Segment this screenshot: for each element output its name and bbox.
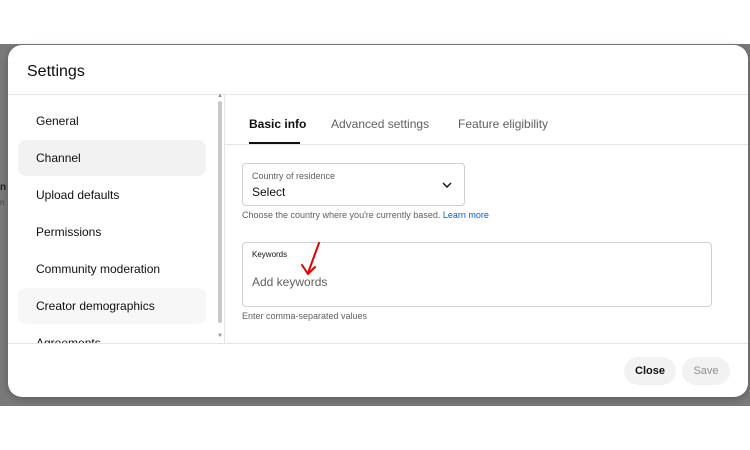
country-select-label: Country of residence	[252, 171, 336, 181]
sidebar-item-general[interactable]: General	[18, 103, 206, 139]
red-arrow-icon	[301, 242, 320, 275]
background-peek-subtext: n	[0, 198, 5, 207]
keywords-label: Keywords	[252, 250, 288, 259]
sidebar-item-creator-demographics[interactable]: Creator demographics	[18, 288, 206, 324]
sidebar-item-upload-defaults[interactable]: Upload defaults	[18, 177, 206, 213]
sidebar-item-agreements[interactable]: Agreements	[18, 325, 206, 343]
background-peek-text: n	[0, 182, 7, 193]
sidebar-item-channel[interactable]: Channel	[18, 140, 206, 176]
active-tab-indicator	[249, 142, 300, 144]
chevron-down-icon	[442, 182, 452, 188]
scroll-thumb[interactable]	[218, 101, 222, 323]
close-button[interactable]: Close	[624, 357, 676, 385]
settings-sidebar: General Channel Upload defaults Permissi…	[18, 101, 208, 343]
settings-dialog: Settings General Channel Upload defaults…	[8, 45, 748, 397]
country-select[interactable]: Country of residence Select	[242, 163, 465, 206]
keywords-help-text: Enter comma-separated values	[242, 311, 368, 321]
country-help-message: Choose the country where you're currentl…	[242, 210, 441, 220]
tab-feature-eligibility[interactable]: Feature eligibility	[458, 117, 548, 131]
tab-bar: Basic info Advanced settings Feature eli…	[225, 95, 748, 145]
scroll-up-icon[interactable]: ▲	[217, 93, 223, 99]
scroll-down-icon[interactable]: ▼	[217, 333, 223, 339]
save-button[interactable]: Save	[682, 357, 730, 385]
tab-basic-info[interactable]: Basic info	[249, 117, 306, 131]
sidebar-item-community-moderation[interactable]: Community moderation	[18, 251, 206, 287]
sidebar-scrollbar[interactable]: ▲ ▼	[217, 93, 223, 339]
footer-divider	[8, 343, 748, 344]
sidebar-item-permissions[interactable]: Permissions	[18, 214, 206, 250]
country-select-value: Select	[252, 185, 286, 199]
dialog-title: Settings	[27, 63, 85, 80]
country-help-text: Choose the country where you're currentl…	[242, 210, 489, 220]
learn-more-link[interactable]: Learn more	[443, 210, 489, 220]
tab-advanced-settings[interactable]: Advanced settings	[331, 117, 429, 131]
